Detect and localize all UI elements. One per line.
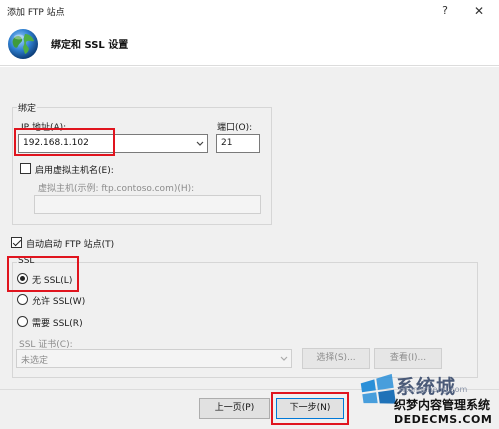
binding-group-label: 绑定 [17, 101, 38, 114]
window-title: 添加 FTP 站点 [7, 8, 65, 18]
radio-require-ssl-label: 需要 SSL(R) [32, 319, 83, 329]
next-button[interactable]: 下一步(N) [276, 398, 344, 419]
help-button[interactable]: ? [432, 2, 458, 20]
ip-address-value: 192.168.1.102 [23, 138, 89, 148]
port-label: 端口(O): [217, 123, 253, 133]
wizard-header: 绑定和 SSL 设置 [0, 22, 499, 66]
view-cert-button[interactable]: 查看(I)... [374, 348, 442, 369]
ssl-cert-combobox[interactable]: 未选定 [16, 349, 292, 368]
auto-start-checkbox[interactable] [11, 237, 22, 248]
port-input[interactable]: 21 [216, 134, 260, 153]
chevron-down-icon [196, 141, 204, 146]
radio-no-ssl-label: 无 SSL(L) [32, 276, 73, 286]
page-title: 绑定和 SSL 设置 [51, 40, 129, 51]
virtual-host-checkbox[interactable] [20, 163, 31, 174]
ssl-cert-value: 未选定 [21, 356, 49, 366]
prev-button[interactable]: 上一页(P) [199, 398, 270, 419]
ip-address-combobox[interactable]: 192.168.1.102 [18, 134, 208, 153]
radio-allow-ssl-label: 允许 SSL(W) [32, 297, 86, 307]
radio-require-ssl[interactable] [17, 316, 28, 327]
close-button[interactable]: ✕ [466, 2, 492, 20]
radio-no-ssl[interactable] [17, 273, 28, 284]
ssl-group-label: SSL [17, 256, 36, 266]
title-bar: 添加 FTP 站点 ? ✕ [0, 0, 499, 22]
virtual-host-input[interactable] [34, 195, 261, 214]
virtual-host-field-label: 虚拟主机(示例: ftp.contoso.com)(H): [38, 184, 195, 194]
globe-icon [8, 29, 38, 59]
select-cert-button[interactable]: 选择(S)... [302, 348, 370, 369]
ip-address-label: IP 地址(A): [21, 123, 67, 133]
auto-start-label: 自动启动 FTP 站点(T) [26, 240, 115, 250]
port-value: 21 [221, 138, 233, 148]
radio-allow-ssl[interactable] [17, 294, 28, 305]
virtual-host-checkbox-label: 启用虚拟主机名(E): [35, 166, 114, 176]
chevron-down-icon [280, 356, 288, 361]
